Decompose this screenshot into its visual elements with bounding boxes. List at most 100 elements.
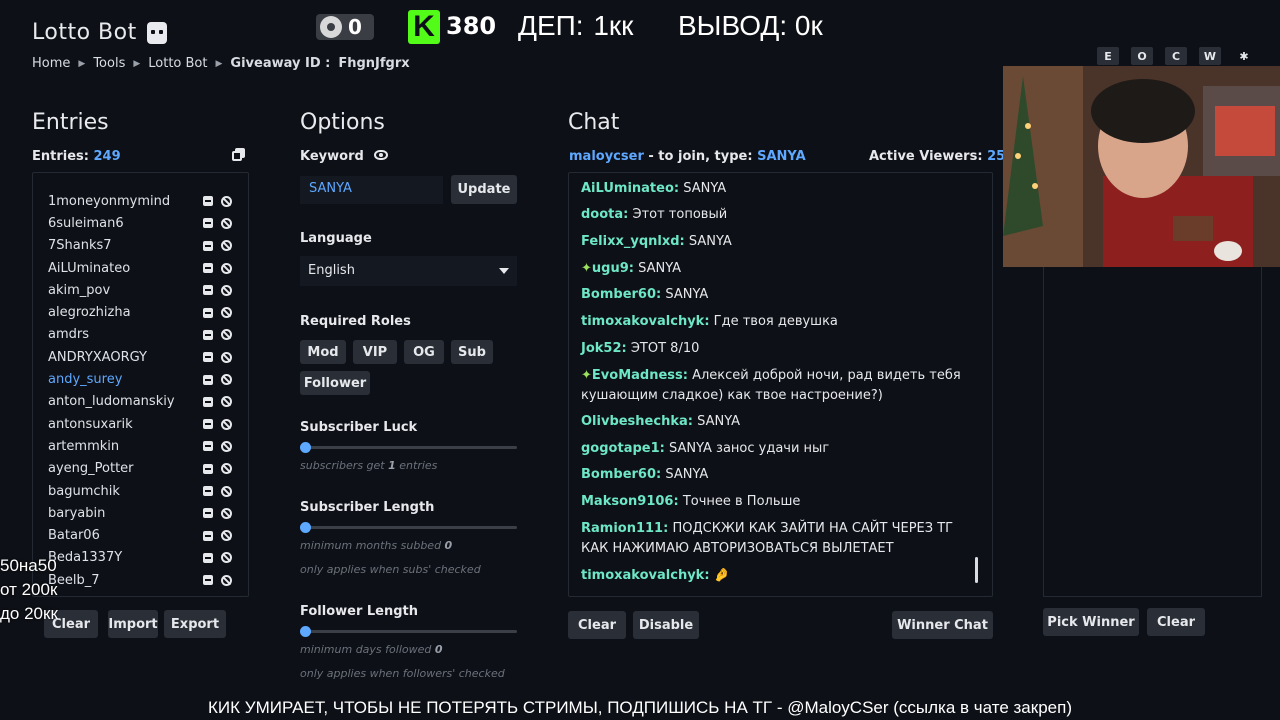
follower-length-hint: minimum days followed 0 (300, 643, 443, 656)
remove-entry-icon[interactable] (203, 374, 213, 385)
shortcut-o[interactable]: O (1131, 47, 1153, 65)
remove-entry-icon[interactable] (203, 329, 213, 340)
ticker-text: КИК УМИРАЕТ, ЧТОБЫ НЕ ПОТЕРЯТЬ СТРИМЫ, П… (208, 698, 1072, 717)
eye-icon (320, 16, 342, 38)
chat-username[interactable]: timoxakovalchyk: (581, 314, 710, 329)
remove-entry-icon[interactable] (203, 307, 213, 318)
shortcut-c[interactable]: C (1165, 47, 1187, 65)
shortcut-e[interactable]: E (1097, 47, 1119, 65)
sub-luck-slider[interactable] (300, 442, 517, 453)
entry-name: Beda1337Y (48, 550, 123, 566)
chat-clear-button[interactable]: Clear (568, 611, 626, 639)
remove-entry-icon[interactable] (203, 486, 213, 496)
chat-username[interactable]: Makson9106: (581, 494, 679, 509)
chat-username[interactable]: Jok52: (581, 341, 627, 356)
chat-username[interactable]: doota: (581, 207, 628, 222)
entry-name: ayeng_Potter (48, 461, 134, 477)
remove-entry-icon[interactable] (203, 530, 213, 541)
remove-entry-icon[interactable] (203, 552, 213, 563)
entries-import-button[interactable]: Import (108, 610, 158, 638)
remove-entry-icon[interactable] (203, 463, 213, 474)
ban-icon[interactable] (221, 351, 232, 363)
chat-log[interactable]: AiLUminateo: SANYA doota: Этот топовый Fel… (568, 172, 993, 597)
remove-entry-icon[interactable] (203, 441, 213, 452)
overlay-line-3: до 20кк (0, 604, 58, 623)
remove-entry-icon[interactable] (203, 396, 213, 407)
ban-icon[interactable] (221, 240, 232, 252)
follower-length-slider[interactable] (300, 626, 517, 637)
ban-icon[interactable] (221, 507, 232, 519)
remove-entry-icon[interactable] (203, 218, 213, 229)
role-og[interactable]: OG (404, 340, 444, 364)
ban-icon[interactable] (221, 530, 232, 542)
breadcrumb-tools[interactable]: Tools (93, 56, 125, 71)
ban-icon[interactable] (221, 262, 232, 274)
chat-scrollbar[interactable] (975, 557, 978, 583)
ban-icon[interactable] (221, 217, 232, 229)
ban-icon[interactable] (221, 440, 232, 452)
winner-chat-button[interactable]: Winner Chat (892, 611, 993, 639)
slider-thumb[interactable] (300, 522, 311, 533)
sub-length-slider[interactable] (300, 522, 517, 533)
ban-icon[interactable] (221, 574, 232, 586)
remove-entry-icon[interactable] (203, 240, 213, 251)
keyword-input[interactable]: SANYA (300, 176, 443, 204)
shortcut-w[interactable]: W (1199, 47, 1221, 65)
chat-username[interactable]: Bomber60: (581, 287, 661, 302)
badge-star-icon: ✦ (581, 261, 592, 276)
breadcrumb-home[interactable]: Home (32, 56, 70, 71)
chat-text: SANYA (697, 414, 741, 429)
chat-username[interactable]: EvoMadness: (592, 368, 688, 383)
chat-username[interactable]: Olivbeshechka: (581, 414, 693, 429)
sub-length-note: only applies when subs' checked (300, 563, 481, 576)
role-mod[interactable]: Mod (300, 340, 346, 364)
ban-icon[interactable] (221, 418, 232, 430)
role-vip[interactable]: VIP (353, 340, 397, 364)
eye-icon[interactable] (374, 150, 388, 160)
remove-entry-icon[interactable] (203, 508, 213, 519)
role-sub[interactable]: Sub (451, 340, 493, 364)
slider-thumb[interactable] (300, 626, 311, 637)
ban-icon[interactable] (221, 195, 232, 207)
chat-username[interactable]: Ramion111: (581, 521, 668, 536)
remove-entry-icon[interactable] (203, 419, 213, 430)
ban-icon[interactable] (221, 374, 232, 386)
breadcrumb-lotto[interactable]: Lotto Bot (148, 56, 207, 71)
entry-row: artemmkin (33, 435, 248, 457)
entries-count-label: Entries: (32, 149, 89, 164)
ban-icon[interactable] (221, 307, 232, 319)
winner-clear-button[interactable]: Clear (1147, 608, 1205, 636)
chat-disable-button[interactable]: Disable (633, 611, 699, 639)
join-text: - to join, type: (648, 149, 753, 164)
chat-username[interactable]: gogotape1: (581, 441, 665, 456)
ban-icon[interactable] (221, 485, 232, 497)
entries-export-button[interactable]: Export (164, 610, 226, 638)
remove-entry-icon[interactable] (203, 352, 213, 363)
chat-username[interactable]: timoxakovalchyk: (581, 568, 710, 583)
role-follower[interactable]: Follower (300, 371, 370, 395)
ban-icon[interactable] (221, 463, 232, 475)
keyword-label: Keyword (300, 149, 364, 164)
update-button[interactable]: Update (451, 175, 517, 204)
ban-icon[interactable] (221, 284, 232, 296)
pick-winner-button[interactable]: Pick Winner (1043, 608, 1139, 636)
remove-entry-icon[interactable] (203, 263, 213, 274)
app-title: Lotto Bot (32, 20, 167, 45)
remove-entry-icon[interactable] (203, 196, 213, 207)
chat-message: Bomber60: SANYA (581, 465, 976, 485)
remove-entry-icon[interactable] (203, 285, 213, 296)
language-select[interactable]: English (300, 256, 517, 286)
copy-icon[interactable] (232, 148, 245, 161)
chat-username[interactable]: ugu9: (592, 261, 634, 276)
chat-username[interactable]: Bomber60: (581, 467, 661, 482)
slider-thumb[interactable] (300, 442, 311, 453)
chat-username[interactable]: AiLUminateo: (581, 181, 679, 196)
remove-entry-icon[interactable] (203, 575, 213, 586)
ban-icon[interactable] (221, 329, 232, 341)
shortcut-star[interactable]: ✱ (1233, 47, 1255, 65)
ban-icon[interactable] (221, 552, 232, 564)
ban-icon[interactable] (221, 396, 232, 408)
entries-list[interactable]: 1moneyonmymind 6suleiman6 7Shanks7 AiLUmina… (32, 172, 249, 597)
chat-username[interactable]: Felixx_yqnlxd: (581, 234, 685, 249)
chat-message: Olivbeshechka: SANYA (581, 412, 976, 432)
